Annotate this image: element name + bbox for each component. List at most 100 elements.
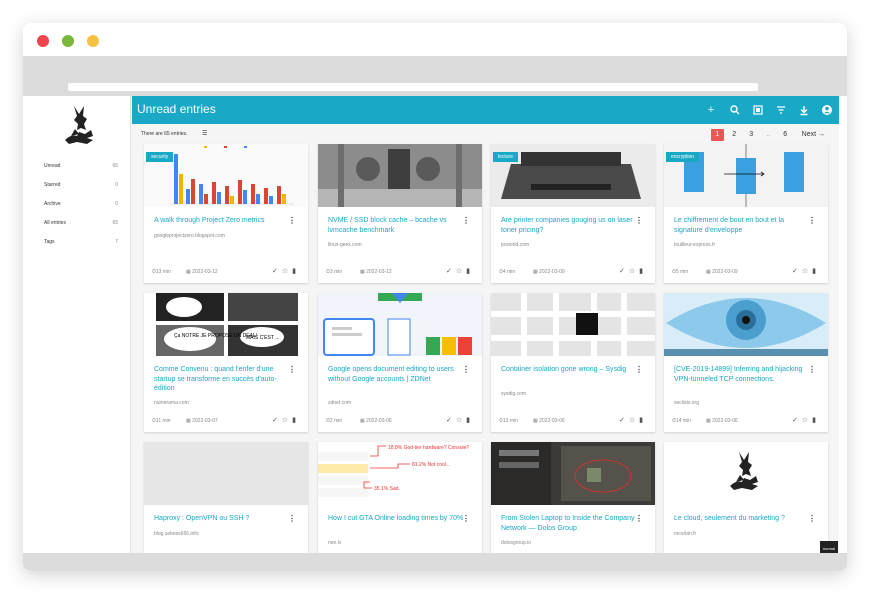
entry-domain[interactable]: googleprojectzero.blogspot.com [154,233,225,239]
entry-domain[interactable]: sysdig.com [501,391,526,397]
entry-domain[interactable]: nee.lv [328,540,341,546]
entry-card[interactable]: Google opens document editing to users w… [318,293,482,432]
star-icon[interactable]: ☆ [456,268,466,275]
entry-card[interactable]: Le cloud, seulement du marketing ? ⋮ mco… [664,442,828,553]
star-icon[interactable]: ☆ [629,417,639,424]
more-vert-icon[interactable]: ⋮ [808,514,816,523]
entry-card[interactable]: NVME / SSD block cache – bcache vs lvmca… [318,144,482,283]
page-6-button[interactable]: 6 [779,129,792,141]
page-3-button[interactable]: 3 [745,129,758,141]
more-vert-icon[interactable]: ⋮ [288,365,296,374]
entry-card[interactable]: Container isolation gone wrong – Sysdig … [491,293,655,432]
sidebar-item-starred[interactable]: Starred 0 [31,175,131,194]
account-icon[interactable] [821,104,833,116]
entry-title[interactable]: [CVE-2019-14899] Inferring and hijacking… [674,365,814,384]
entry-card[interactable]: 18.8% God-tier hardware? Console? 81.2% … [318,442,482,553]
entry-card[interactable]: From Stolen Laptop to Inside the Company… [491,442,655,553]
trash-icon[interactable]: ▮ [292,417,300,424]
entry-title[interactable]: How I cut GTA Online loading times by 70… [328,514,468,524]
maximize-window-button[interactable] [87,35,99,47]
entry-card[interactable]: Ça NOTRE JE PROPOSE UN DEAL! MAIS C'EST … [144,293,308,432]
add-icon[interactable]: + [705,104,717,116]
entry-title[interactable]: A walk through Project Zero metrics [154,216,294,226]
tag-badge[interactable]: security [146,152,174,162]
star-icon[interactable]: ☆ [629,268,639,275]
tag-badge[interactable]: lecture [493,152,519,162]
star-icon[interactable]: ☆ [282,417,292,424]
sidebar-item-tags[interactable]: Tags 7 [31,232,131,251]
minimize-window-button[interactable] [62,35,74,47]
theme-icon[interactable] [752,104,764,116]
more-vert-icon[interactable]: ⋮ [462,514,470,523]
check-icon[interactable]: ✓ [619,417,629,424]
entry-title[interactable]: Are printer companies gouging us on lase… [501,216,641,235]
search-icon[interactable] [729,104,741,116]
tag-badge[interactable]: encryption [666,152,700,162]
sidebar-item-unread[interactable]: Unread 65 [31,156,131,175]
entry-title[interactable]: Le cloud, seulement du marketing ? [674,514,814,524]
entry-date: ▦ 2022-03-09 [706,269,738,275]
entry-card[interactable]: [CVE-2019-14899] Inferring and hijacking… [664,293,828,432]
more-vert-icon[interactable]: ⋮ [462,365,470,374]
next-page-button[interactable]: Next → [802,129,825,141]
entry-title[interactable]: Haproxy : OpenVPN ou SSH ? [154,514,294,524]
check-icon[interactable]: ✓ [792,268,802,275]
entry-domain[interactable]: linux-geex.com [328,242,362,248]
entry-card[interactable]: encryption Le chiffrement de bout en bou… [664,144,828,283]
page-2-button[interactable]: 2 [728,129,741,141]
entry-title[interactable]: Container isolation gone wrong – Sysdig [501,365,641,375]
entry-title[interactable]: Le chiffrement de bout en bout et la sig… [674,216,814,235]
entry-domain[interactable]: blog.seboss666.info [154,531,198,537]
entry-title[interactable]: Google opens document editing to users w… [328,365,468,384]
pagination-ellipsis: .. [766,131,771,138]
entry-card[interactable]: lecture Are printer companies gouging us… [491,144,655,283]
star-icon[interactable]: ☆ [802,268,812,275]
sidebar-item-all-entries[interactable]: All entries 65 [31,213,131,232]
page-1-button[interactable]: 1 [710,129,724,141]
check-icon[interactable]: ✓ [446,417,456,424]
entry-domain[interactable]: touilleur-express.fr [674,242,715,248]
entry-domain[interactable]: pcworld.com [501,242,529,248]
entry-title[interactable]: Comme Convenu : quand l'enfer d'une star… [154,365,294,394]
more-vert-icon[interactable]: ⋮ [808,216,816,225]
entry-domain[interactable]: dolosgroup.io [501,540,531,546]
entry-domain[interactable]: mcorbin.fr [674,531,696,537]
close-window-button[interactable] [37,35,49,47]
entry-title[interactable]: NVME / SSD block cache – bcache vs lvmca… [328,216,468,235]
wallabag-logo[interactable] [57,104,103,148]
entry-card[interactable]: Haproxy : OpenVPN ou SSH ? ⋮ blog.seboss… [144,442,308,553]
star-icon[interactable]: ☆ [282,268,292,275]
list-view-icon[interactable]: ☰ [202,130,207,137]
more-vert-icon[interactable]: ⋮ [808,365,816,374]
check-icon[interactable]: ✓ [446,268,456,275]
entry-title[interactable]: From Stolen Laptop to Inside the Company… [501,514,641,533]
check-icon[interactable]: ✓ [272,417,282,424]
entry-domain[interactable]: seclists.org [674,400,699,406]
star-icon[interactable]: ☆ [802,417,812,424]
check-icon[interactable]: ✓ [619,268,629,275]
more-vert-icon[interactable]: ⋮ [635,216,643,225]
trash-icon[interactable]: ▮ [292,268,300,275]
more-vert-icon[interactable]: ⋮ [462,216,470,225]
more-vert-icon[interactable]: ⋮ [635,514,643,523]
trash-icon[interactable]: ▮ [466,268,474,275]
sidebar-item-archive[interactable]: Archive 0 [31,194,131,213]
trash-icon[interactable]: ▮ [812,268,820,275]
entry-thumbnail [664,293,828,356]
more-vert-icon[interactable]: ⋮ [288,216,296,225]
check-icon[interactable]: ✓ [792,417,802,424]
trash-icon[interactable]: ▮ [639,268,647,275]
more-vert-icon[interactable]: ⋮ [635,365,643,374]
entry-card[interactable]: security A walk through Project Zero met… [144,144,308,283]
star-icon[interactable]: ☆ [456,417,466,424]
filter-icon[interactable] [775,104,787,116]
more-vert-icon[interactable]: ⋮ [288,514,296,523]
download-icon[interactable] [798,104,810,116]
trash-icon[interactable]: ▮ [639,417,647,424]
trash-icon[interactable]: ▮ [466,417,474,424]
entry-domain[interactable]: zdnet.com [328,400,351,406]
trash-icon[interactable]: ▮ [812,417,820,424]
check-icon[interactable]: ✓ [272,268,282,275]
entry-domain[interactable]: numerama.com [154,400,189,406]
address-bar[interactable] [68,83,758,91]
